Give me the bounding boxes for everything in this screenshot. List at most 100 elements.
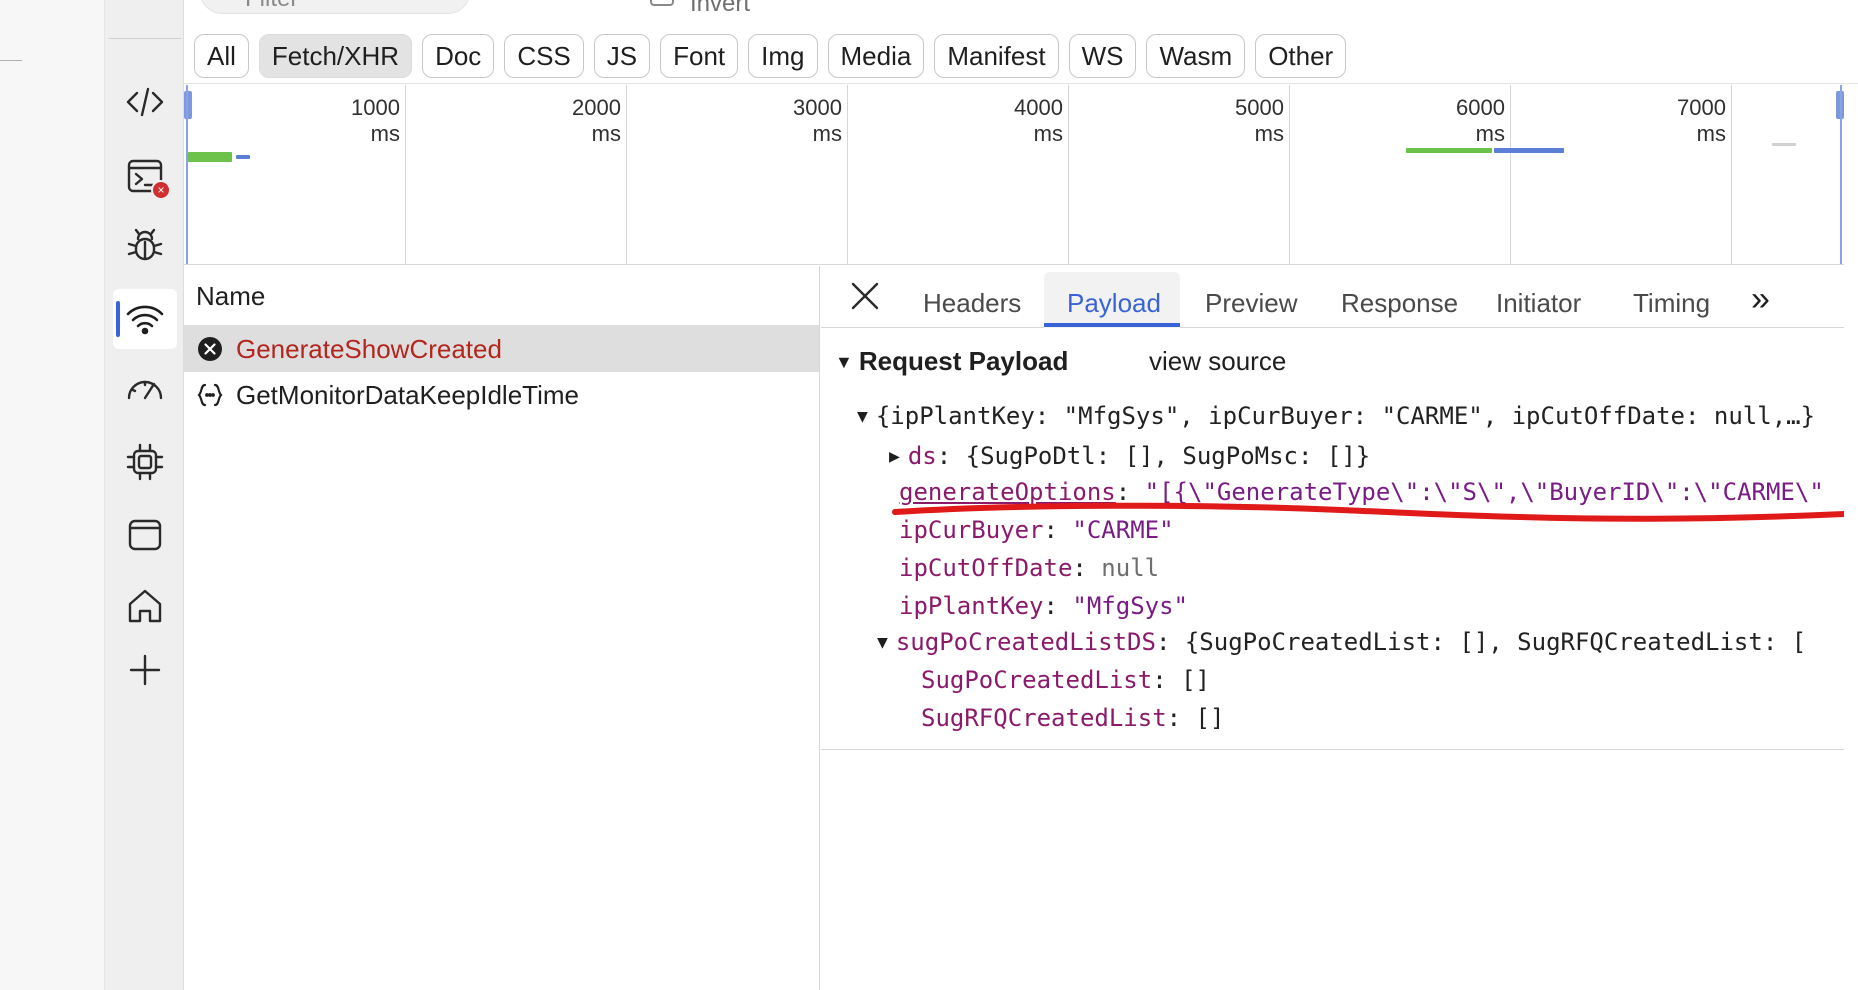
payload-key: ds: [907, 442, 937, 470]
error-circle-icon: [196, 335, 224, 363]
triangle-down-icon: ▼: [877, 632, 888, 653]
view-source-link[interactable]: view source: [1149, 346, 1286, 377]
chip-fetch-xhr[interactable]: Fetch/XHR: [258, 34, 413, 78]
sources-debugger-button[interactable]: [113, 216, 177, 276]
bug-icon: [127, 228, 163, 261]
console-button[interactable]: ×: [113, 146, 177, 206]
chip-ws[interactable]: WS: [1068, 34, 1137, 78]
request-name: GetMonitorDataKeepIdleTime: [236, 379, 579, 410]
request-name: GenerateShowCreated: [236, 333, 502, 364]
performance-button[interactable]: [113, 360, 177, 420]
network-wifi-icon: [126, 305, 164, 335]
request-detail-pane: Headers Payload Preview Response Initiat…: [821, 266, 1844, 990]
payload-node-cutoff[interactable]: ipCutOffDate: null: [899, 554, 1159, 582]
timeline-gridline: [847, 85, 848, 264]
payload-key: ipCurBuyer: [899, 516, 1044, 544]
payload-key: SugRFQCreatedList: [921, 704, 1167, 732]
payload-panel: ▼ Request Payload view source ▼ {ipPlantKe…: [821, 328, 1844, 750]
payload-key: sugPoCreatedListDS: [895, 628, 1156, 656]
memory-button[interactable]: [113, 432, 177, 492]
request-row[interactable]: GetMonitorDataKeepIdleTime: [184, 372, 819, 418]
timeline-gridline: [1289, 85, 1290, 264]
timeline-gridline: [1068, 85, 1069, 264]
gutter-tick: [0, 60, 22, 61]
timeline-request-bar: [236, 155, 250, 159]
name-column-header[interactable]: Name: [184, 266, 819, 326]
filter-input[interactable]: Filter: [200, 0, 470, 14]
console-error-badge: ×: [151, 180, 171, 200]
request-list: Name GenerateShowCreated GetMonitorDataK…: [184, 266, 820, 990]
payload-root-node[interactable]: ▼ {ipPlantKey: "MfgSys", ipCurBuyer: "CAR…: [857, 402, 1815, 430]
chip-js[interactable]: JS: [593, 34, 651, 78]
payload-value: null: [1101, 554, 1160, 582]
payload-value: "MfgSys": [1072, 592, 1188, 620]
timeline-gridline: [1510, 85, 1511, 264]
triangle-down-icon: ▼: [857, 406, 868, 427]
payload-node-ds[interactable]: ▶ ds: {SugPoDtl: [], SugPoMsc: []}: [889, 442, 1370, 470]
detail-tabs: Headers Payload Preview Response Initiat…: [821, 266, 1844, 328]
more-tools-button[interactable]: [113, 640, 177, 700]
tab-headers[interactable]: Headers: [923, 288, 1021, 319]
elements-button[interactable]: [113, 72, 177, 132]
payload-value: "CARME": [1072, 516, 1174, 544]
payload-value: []: [1181, 666, 1210, 694]
timeline-tick-label: 6000 ms: [1456, 95, 1505, 146]
welcome-home-button[interactable]: [113, 576, 177, 636]
chip-font[interactable]: Font: [660, 34, 739, 78]
chip-media[interactable]: Media: [827, 34, 925, 78]
tab-preview[interactable]: Preview: [1205, 288, 1297, 319]
left-gutter: [0, 0, 105, 990]
timeline-request-bar: [1494, 148, 1564, 153]
timeline-left-handle[interactable]: [184, 91, 192, 119]
network-filter-bar: Filter Invert All Fetch/XHR Doc CSS JS F…: [184, 0, 1858, 84]
timeline-right-handle[interactable]: [1836, 91, 1844, 119]
timeline-tick-label: 2000 ms: [572, 95, 621, 146]
timeline-tick-label: 3000 ms: [793, 95, 842, 146]
timeline-tick-label: 5000 ms: [1235, 95, 1284, 146]
payload-node-buyer[interactable]: ipCurBuyer: "CARME": [899, 516, 1174, 544]
payload-node-generate-options[interactable]: generateOptions: "[{\"GenerateType\":\"S…: [899, 478, 1824, 506]
payload-value: []: [1195, 704, 1225, 732]
resource-type-chips: All Fetch/XHR Doc CSS JS Font Img Media …: [194, 34, 1347, 78]
payload-node-plant[interactable]: ipPlantKey: "MfgSys": [899, 592, 1188, 620]
payload-key: SugPoCreatedList: [921, 666, 1153, 694]
payload-node-sugrfq[interactable]: SugRFQCreatedList: []: [921, 704, 1224, 732]
tab-response[interactable]: Response: [1341, 288, 1458, 319]
request-row[interactable]: GenerateShowCreated: [184, 326, 819, 372]
chip-wasm[interactable]: Wasm: [1146, 34, 1246, 78]
network-button[interactable]: [113, 289, 177, 349]
add-icon: [129, 654, 161, 686]
payload-key: ipCutOffDate: [899, 554, 1073, 582]
chip-css[interactable]: CSS: [504, 34, 584, 78]
payload-node-sugpo[interactable]: SugPoCreatedList: []: [921, 666, 1210, 694]
triangle-right-icon: ▶: [889, 446, 900, 467]
more-tabs-chevron-icon[interactable]: »: [1751, 280, 1770, 319]
chip-manifest[interactable]: Manifest: [934, 34, 1059, 78]
timeline-request-bar: [188, 152, 232, 162]
request-payload-header[interactable]: ▼ Request Payload: [835, 346, 1068, 377]
timeline-tick-label: 1000 ms: [351, 95, 400, 146]
application-window-icon: [128, 519, 162, 551]
memory-chip-icon: [126, 443, 164, 481]
chip-all[interactable]: All: [194, 34, 249, 78]
close-icon[interactable]: [847, 278, 883, 314]
chip-img[interactable]: Img: [748, 34, 818, 78]
network-overview-timeline[interactable]: 1000 ms 2000 ms 3000 ms 4000 ms 5000 ms …: [184, 85, 1844, 265]
payload-value: {SugPoDtl: [], SugPoMsc: []}: [965, 442, 1371, 470]
timeline-gridline: [405, 85, 406, 264]
chip-other[interactable]: Other: [1255, 34, 1347, 78]
tab-initiator[interactable]: Initiator: [1496, 288, 1581, 319]
chip-doc[interactable]: Doc: [422, 34, 495, 78]
application-button[interactable]: [113, 505, 177, 565]
payload-key: ipPlantKey: [899, 592, 1044, 620]
timeline-tick-label: 4000 ms: [1014, 95, 1063, 146]
payload-node-sug-list[interactable]: ▼ sugPoCreatedListDS: {SugPoCreatedList: …: [877, 628, 1806, 656]
timeline-tick-label: 7000 ms: [1677, 95, 1726, 146]
payload-key: generateOptions: [899, 478, 1116, 506]
triangle-down-icon: ▼: [835, 352, 853, 372]
tab-payload[interactable]: Payload: [1067, 288, 1161, 319]
payload-value: {SugPoCreatedList: [], SugRFQCreatedList…: [1184, 628, 1807, 656]
tab-timing[interactable]: Timing: [1633, 288, 1710, 319]
timeline-request-bar: [1406, 148, 1492, 153]
invert-checkbox[interactable]: [650, 0, 674, 6]
